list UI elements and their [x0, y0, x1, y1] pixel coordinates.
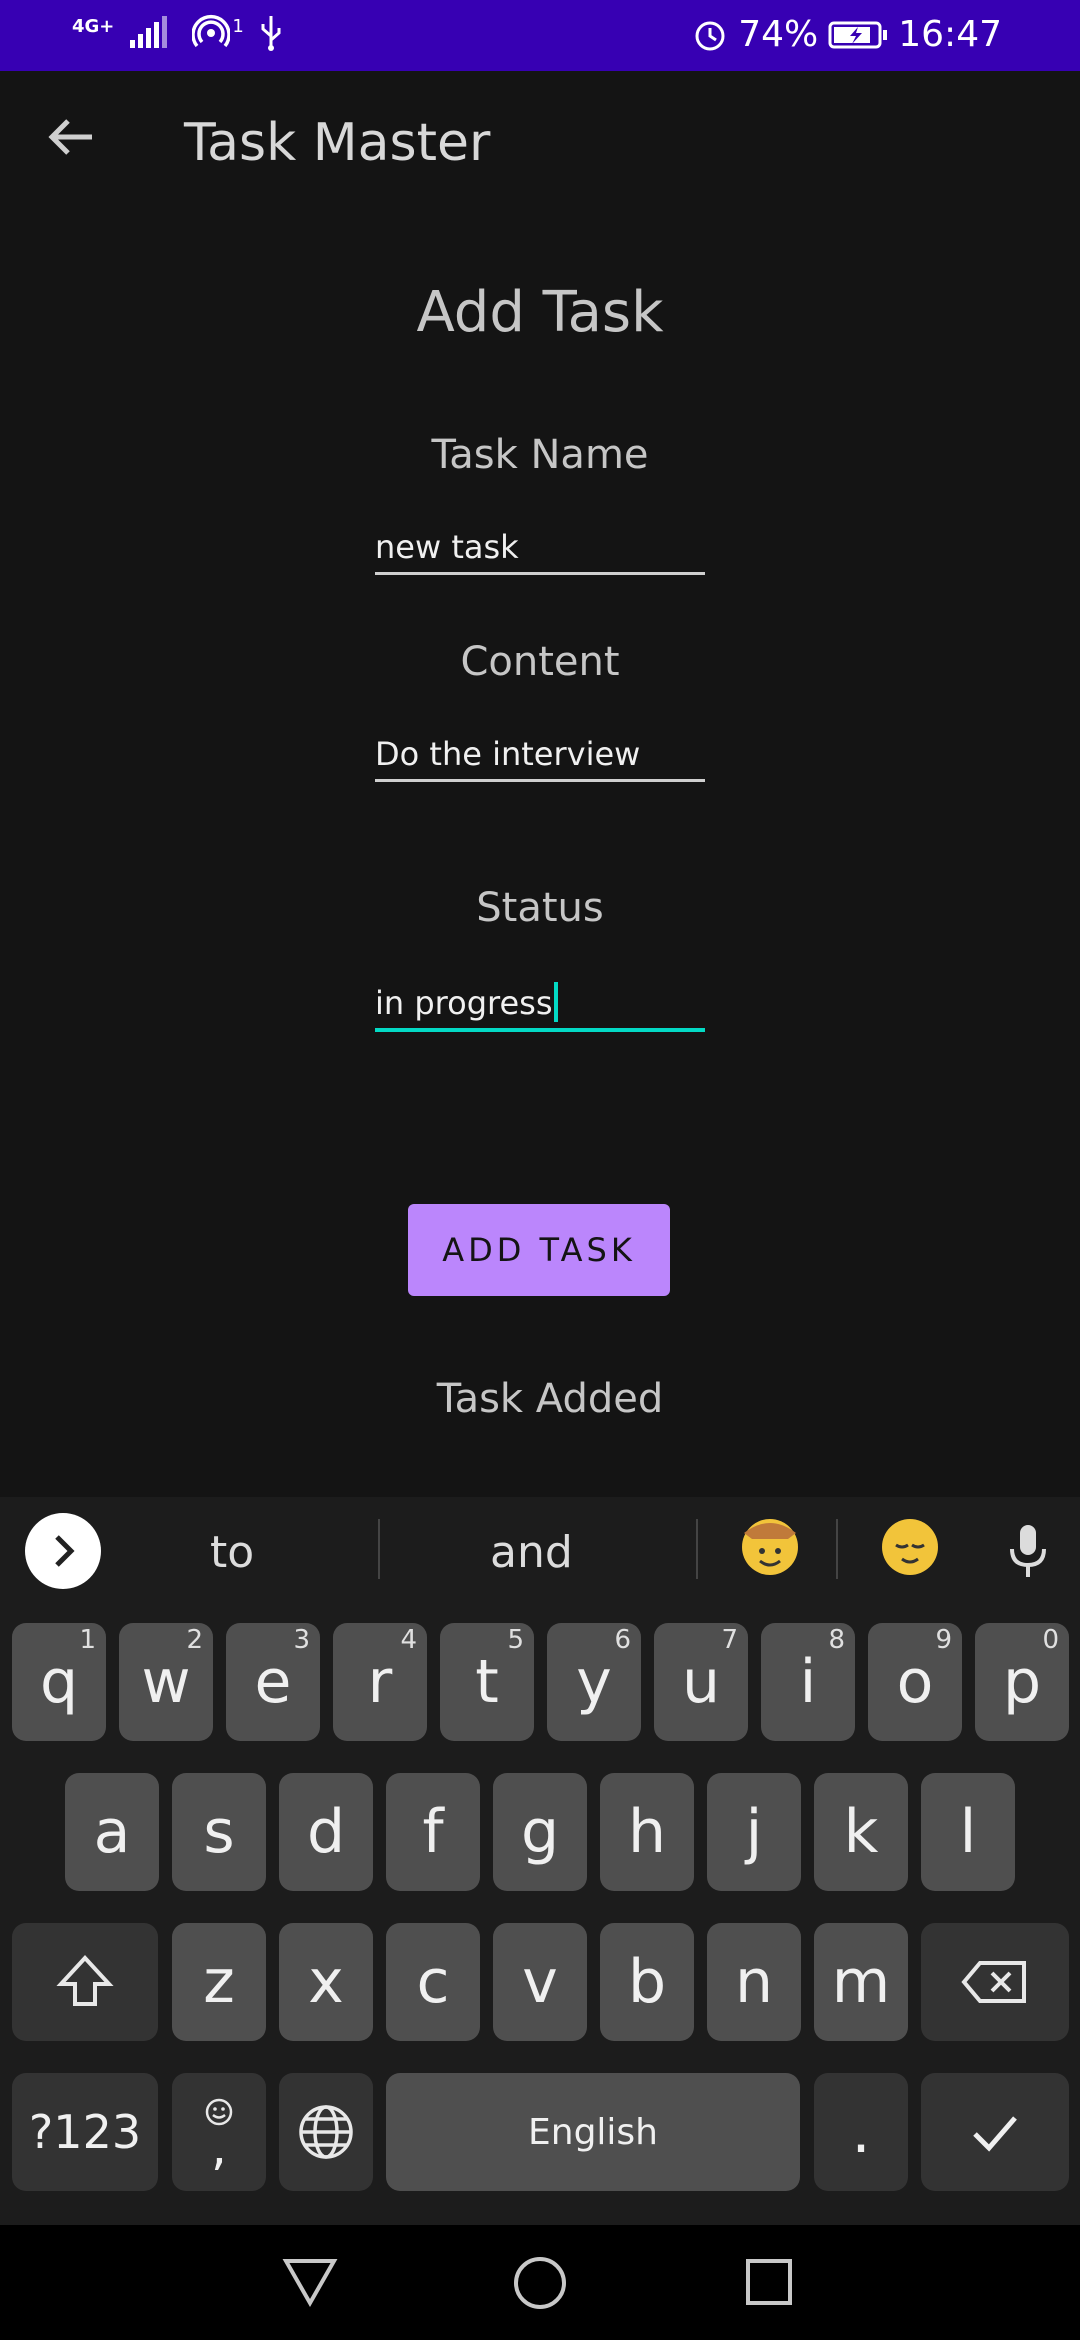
key-d[interactable]: d: [279, 1773, 373, 1891]
key-n[interactable]: n: [707, 1923, 801, 2041]
text-cursor: [554, 982, 559, 1022]
back-triangle-icon[interactable]: [282, 2255, 338, 2307]
key-k[interactable]: k: [814, 1773, 908, 1891]
network-type: 4G+: [72, 15, 115, 37]
chevron-right-icon: [55, 1535, 75, 1567]
key-c[interactable]: c: [386, 1923, 480, 2041]
key-h[interactable]: h: [600, 1773, 694, 1891]
battery-percent: 74%: [738, 14, 819, 55]
suggestion-1[interactable]: to: [210, 1527, 254, 1578]
content-input[interactable]: Do the interview: [375, 729, 705, 782]
comma-emoji-key[interactable]: ,: [172, 2073, 266, 2191]
checkmark-icon: [973, 2116, 1017, 2152]
content-value: Do the interview: [375, 735, 641, 773]
suggestion-divider: [696, 1519, 698, 1579]
key-y[interactable]: y6: [547, 1623, 641, 1741]
content-label: Content: [460, 639, 620, 685]
key-p[interactable]: p0: [975, 1623, 1069, 1741]
space-key[interactable]: English: [386, 2073, 800, 2191]
alarm-icon: [695, 21, 725, 51]
add-task-button[interactable]: ADD TASK: [408, 1204, 670, 1296]
hotspot-icon: [192, 15, 231, 48]
key-f[interactable]: f: [386, 1773, 480, 1891]
app-bar: Task Master: [0, 71, 1080, 219]
key-x[interactable]: x: [279, 1923, 373, 2041]
suggestion-2[interactable]: and: [490, 1527, 573, 1578]
symbols-key[interactable]: ?123: [12, 2073, 158, 2191]
navigation-bar: [0, 2225, 1080, 2340]
relieved-emoji-icon[interactable]: [882, 1519, 938, 1575]
key-j[interactable]: j: [707, 1773, 801, 1891]
suggestion-divider: [836, 1519, 838, 1579]
globe-icon: [299, 2105, 353, 2159]
sim-badge: 1: [232, 15, 244, 37]
page-title: Add Task: [416, 280, 664, 345]
clock: 16:47: [898, 14, 1002, 55]
microphone-icon[interactable]: [1006, 1521, 1050, 1581]
key-i[interactable]: i8: [761, 1623, 855, 1741]
shift-arrow-icon: [56, 1955, 114, 2006]
key-m[interactable]: m: [814, 1923, 908, 2041]
key-q[interactable]: q1: [12, 1623, 106, 1741]
task-added-message: Task Added: [436, 1376, 664, 1422]
comma-label: ,: [211, 2118, 227, 2176]
key-t[interactable]: t5: [440, 1623, 534, 1741]
usb-icon: [261, 16, 281, 51]
done-key[interactable]: [921, 2073, 1069, 2191]
status-input[interactable]: in progress: [375, 978, 705, 1032]
language-key[interactable]: [279, 2073, 373, 2191]
key-e[interactable]: e3: [226, 1623, 320, 1741]
expand-toolbar-button[interactable]: [25, 1513, 101, 1589]
backspace-icon: [961, 1961, 1026, 2003]
key-o[interactable]: o9: [868, 1623, 962, 1741]
suggestion-strip: to and: [0, 1497, 1080, 1607]
key-g[interactable]: g: [493, 1773, 587, 1891]
shift-key[interactable]: [12, 1923, 158, 2041]
key-z[interactable]: z: [172, 1923, 266, 2041]
recents-square-icon[interactable]: [744, 2257, 794, 2307]
task-name-value: new task: [375, 528, 519, 566]
key-v[interactable]: v: [493, 1923, 587, 2041]
signal-icon: [130, 16, 168, 48]
status-value: in progress: [375, 984, 553, 1022]
key-b[interactable]: b: [600, 1923, 694, 2041]
keyboard: to and q1 w2 e3 r4 t5 y6 u7 i8 o 9 p 0 a…: [0, 1497, 1080, 2225]
key-r[interactable]: r4: [333, 1623, 427, 1741]
key-u[interactable]: u7: [654, 1623, 748, 1741]
back-arrow-icon[interactable]: [44, 109, 100, 165]
period-key[interactable]: .: [814, 2073, 908, 2191]
key-s[interactable]: s: [172, 1773, 266, 1891]
backspace-key[interactable]: [921, 1923, 1069, 2041]
suggestion-divider: [378, 1519, 380, 1579]
key-l[interactable]: l: [921, 1773, 1015, 1891]
key-w[interactable]: w2: [119, 1623, 213, 1741]
battery-charging-icon: [828, 21, 888, 49]
status-label: Status: [476, 885, 604, 931]
app-title: Task Master: [184, 113, 491, 173]
home-circle-icon[interactable]: [512, 2255, 568, 2311]
task-name-label: Task Name: [431, 432, 649, 478]
status-bar: 4G+ 1 74% 16:47: [0, 0, 1080, 71]
cowboy-emoji-icon[interactable]: [742, 1519, 798, 1575]
key-a[interactable]: a: [65, 1773, 159, 1891]
task-name-input[interactable]: new task: [375, 522, 705, 575]
